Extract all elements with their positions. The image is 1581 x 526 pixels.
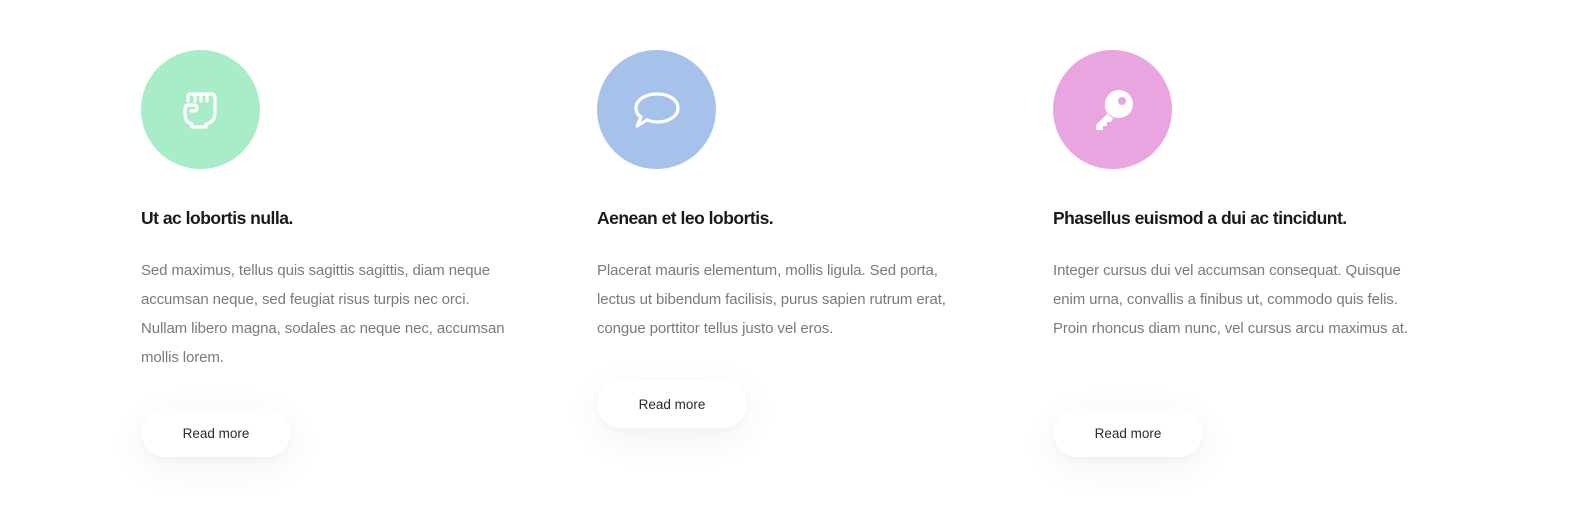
feature-description: Placerat mauris elementum, mollis ligula…: [597, 262, 946, 337]
features-section: Ut ac lobortis nulla. Sed maximus, tellu…: [0, 0, 1581, 526]
feature-title: Ut ac lobortis nulla.: [141, 208, 293, 228]
feature-icon-circle: [1053, 50, 1172, 169]
feature-description: Sed maximus, tellus quis sagittis sagitt…: [141, 262, 505, 366]
feature-title: Phasellus euismod a dui ac tincidunt.: [1053, 208, 1347, 228]
feature-icon-circle: [141, 50, 260, 169]
read-more-button[interactable]: Read more: [1053, 409, 1203, 457]
key-icon: [1091, 88, 1135, 132]
read-more-button[interactable]: Read more: [597, 380, 747, 428]
feature-description: Integer cursus dui vel accumsan consequa…: [1053, 262, 1408, 337]
feature-title: Aenean et leo lobortis.: [597, 208, 774, 228]
read-more-button[interactable]: Read more: [141, 409, 291, 457]
speech-bubble-icon: [633, 91, 681, 129]
feature-icon-circle: [597, 50, 716, 169]
fist-icon: [180, 91, 222, 129]
